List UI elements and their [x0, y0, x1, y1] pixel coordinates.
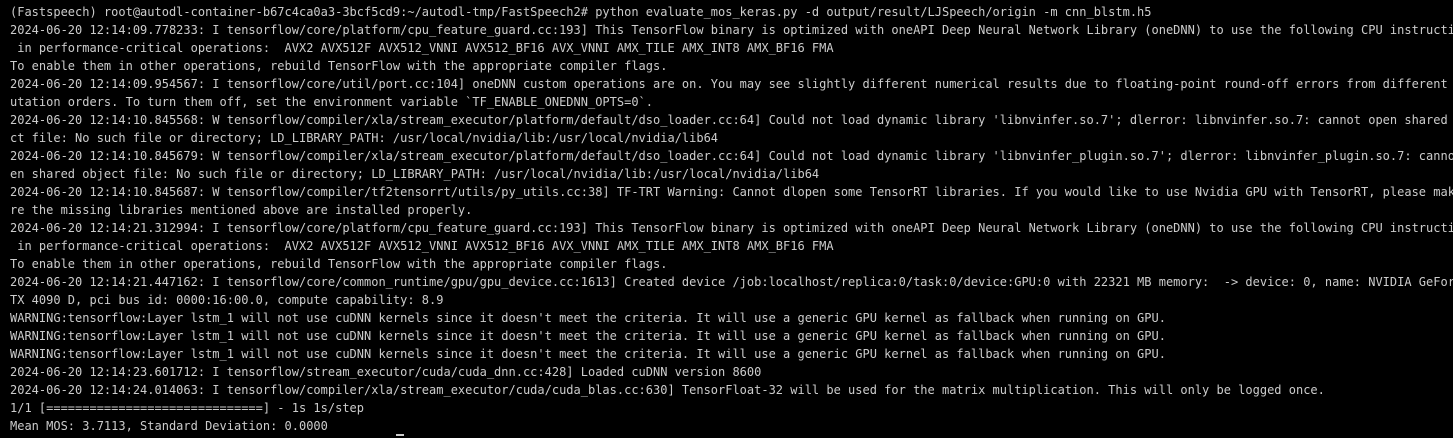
terminal-line: 2024-06-20 12:14:09.954567: I tensorflow… — [10, 77, 1453, 91]
terminal-line: 2024-06-20 12:14:09.778233: I tensorflow… — [10, 23, 1453, 37]
terminal-line: 2024-06-20 12:14:23.601712: I tensorflow… — [10, 365, 762, 379]
terminal-line: To enable them in other operations, rebu… — [10, 59, 668, 73]
terminal-line: 2024-06-20 12:14:10.845679: W tensorflow… — [10, 149, 1453, 163]
terminal-line-progress: 1/1 [==============================] - 1… — [10, 401, 365, 415]
terminal-line: TX 4090 D, pci bus id: 0000:16:00.0, com… — [10, 293, 444, 307]
terminal-line: en shared object file: No such file or d… — [10, 167, 820, 181]
terminal-line: 2024-06-20 12:14:21.447162: I tensorflow… — [10, 275, 1453, 289]
terminal-line-result: Mean MOS: 3.7113, Standard Deviation: 0.… — [10, 419, 328, 433]
terminal-line: 2024-06-20 12:14:10.845687: W tensorflow… — [10, 185, 1453, 199]
terminal-cursor — [396, 434, 404, 436]
terminal-line: utation orders. To turn them off, set th… — [10, 95, 653, 109]
terminal-line: ct file: No such file or directory; LD_L… — [10, 131, 719, 145]
terminal-line-warning: WARNING:tensorflow:Layer lstm_1 will not… — [10, 347, 1166, 361]
terminal-line: 2024-06-20 12:14:10.845568: W tensorflow… — [10, 113, 1453, 127]
terminal-line: 2024-06-20 12:14:21.312994: I tensorflow… — [10, 221, 1453, 235]
terminal-line: re the missing libraries mentioned above… — [10, 203, 473, 217]
terminal-line: in performance-critical operations: AVX2… — [10, 41, 834, 55]
terminal-line-warning: WARNING:tensorflow:Layer lstm_1 will not… — [10, 311, 1166, 325]
terminal-line: To enable them in other operations, rebu… — [10, 257, 668, 271]
terminal-output[interactable]: (Fastspeech) root@autodl-container-b67c4… — [0, 0, 1453, 438]
terminal-line-command-prompt: (Fastspeech) root@autodl-container-b67c4… — [10, 5, 1152, 19]
terminal-line: in performance-critical operations: AVX2… — [10, 239, 834, 253]
terminal-line: 2024-06-20 12:14:24.014063: I tensorflow… — [10, 383, 1325, 397]
terminal-line-warning: WARNING:tensorflow:Layer lstm_1 will not… — [10, 329, 1166, 343]
